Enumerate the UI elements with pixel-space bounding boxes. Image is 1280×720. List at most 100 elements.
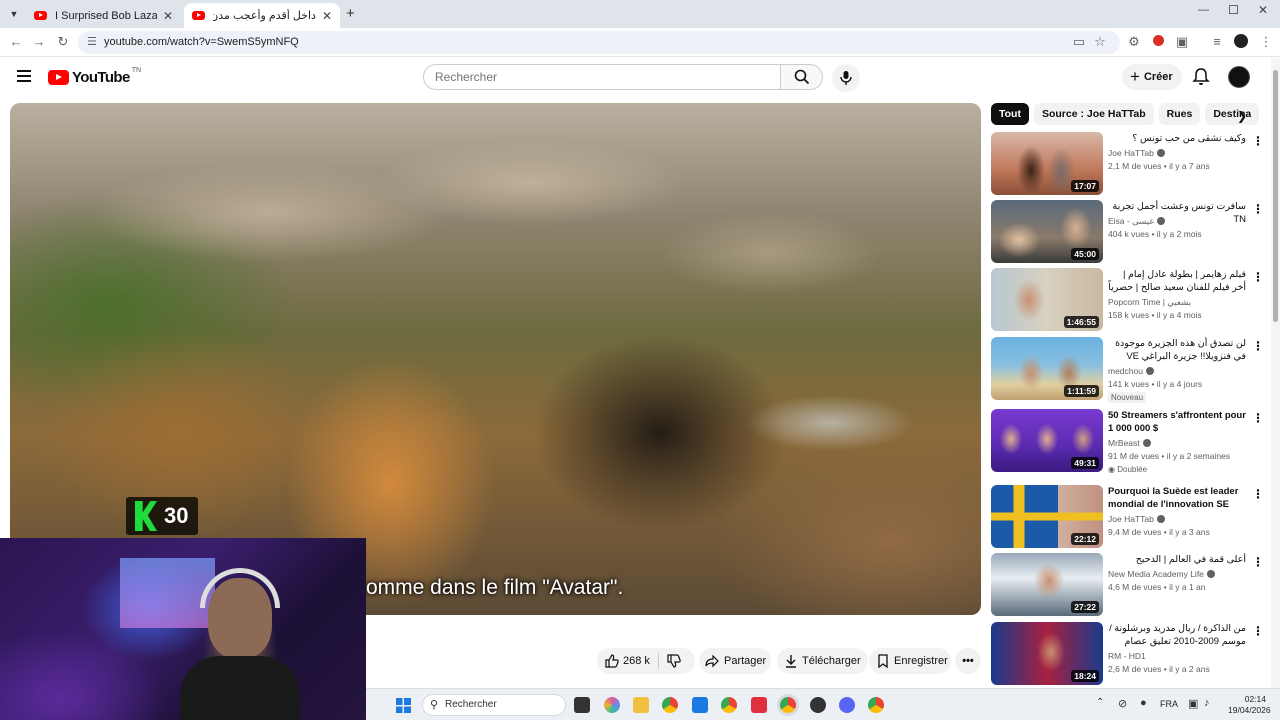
notifications-bell-icon[interactable] [1191,67,1211,87]
forward-icon[interactable]: → [31,34,47,50]
close-tab-icon[interactable]: ✕ [163,9,173,23]
more-options-icon[interactable]: ⋮ [1252,487,1264,501]
like-button[interactable]: 268 k [597,648,695,674]
video-title[interactable]: وكيف نشقى من حب تونس ؟ [1108,132,1246,145]
video-title[interactable]: لن تصدق أن هذه الجزيرة موجودة في فنزويلا… [1108,337,1246,363]
channel-name[interactable]: Eisa - عيسى [1108,216,1166,227]
discord-icon[interactable] [839,697,855,713]
task-view-icon[interactable] [574,697,590,713]
recommendation-item[interactable]: 22:12 Pourquoi la Suède est leader mondi… [991,485,1264,549]
browser-tab-2[interactable]: داخل أقدم وأعجب مدن العالم - قس ✕ [184,3,340,28]
search-input[interactable]: Rechercher [423,64,781,90]
close-tab-icon[interactable]: ✕ [322,9,332,23]
more-options-icon[interactable]: ⋮ [1252,202,1264,216]
video-title[interactable]: أعلى قمة في العالم | الدحيح [1108,553,1246,566]
video-thumbnail[interactable]: 18:24 [991,622,1103,685]
address-bar[interactable]: ☰ youtube.com/watch?v=SwemS5ymNFQ [78,31,1120,54]
tray-wifi-icon[interactable]: ▣ [1188,697,1198,710]
profile-avatar-icon[interactable] [1233,34,1249,50]
extension-icon-2[interactable] [1150,34,1166,50]
save-button[interactable]: Enregistrer [869,648,951,674]
browser-tab-1[interactable]: I Surprised Bob Lazar With NAS ✕ [26,3,181,28]
app-icon-store[interactable] [692,697,708,713]
chip-streets[interactable]: Rues [1158,103,1201,125]
chevron-right-icon[interactable]: ❯ [1237,109,1247,123]
channel-name[interactable]: Joe HaTTab [1108,148,1165,158]
chrome-icon-2[interactable] [721,697,737,713]
extension-icon-1[interactable]: ⚙ [1126,34,1142,50]
channel-name[interactable]: Joe HaTTab [1108,514,1165,524]
video-thumbnail[interactable]: 27:22 [991,553,1103,616]
channel-name[interactable]: New Media Academy Life [1108,569,1215,579]
maximize-window-icon[interactable] [1229,5,1238,14]
video-thumbnail[interactable]: 49:31 [991,409,1103,472]
more-options-icon[interactable]: ⋮ [1252,339,1264,353]
recommendation-item[interactable]: 45:00 سافرت تونس وعشت أجمل تجربة TN Eisa… [991,200,1264,264]
chip-all[interactable]: Tout [991,103,1029,125]
video-title[interactable]: 50 Streamers s'affrontent pour 1 000 000… [1108,409,1246,435]
video-thumbnail[interactable]: 22:12 [991,485,1103,548]
chrome-icon-3[interactable] [868,697,884,713]
extensions-puzzle-icon[interactable]: ▣ [1174,34,1190,50]
bookmark-star-icon[interactable]: ☆ [1092,34,1108,50]
tray-volume-icon[interactable]: ♪ [1204,697,1210,709]
app-icon-dark[interactable] [810,697,826,713]
more-actions-button[interactable]: ••• [955,648,981,674]
chrome-icon[interactable] [662,697,678,713]
recommendation-item[interactable]: 49:31 50 Streamers s'affrontent pour 1 0… [991,409,1264,474]
create-button[interactable]: + Créer [1122,64,1182,90]
video-title[interactable]: من الذاكرة / ريال مدريد وبرشلونة / موسم … [1108,622,1246,648]
search-button[interactable] [781,64,823,90]
install-app-icon[interactable]: ▭ [1071,34,1087,50]
new-tab-icon[interactable]: + [346,5,355,22]
tab-list-dropdown-icon[interactable]: ▼ [6,6,22,22]
tray-network-icon[interactable]: ⊘ [1118,697,1127,710]
close-window-icon[interactable]: ✕ [1258,3,1268,17]
thumbs-down-icon[interactable] [666,653,682,669]
account-avatar[interactable] [1228,66,1250,88]
channel-name[interactable]: Popcorn Time | بشعبي [1108,297,1191,308]
chip-destinations[interactable]: Destina [1205,103,1260,125]
chip-source[interactable]: Source : Joe HaTTab [1033,103,1154,125]
back-icon[interactable]: ← [8,34,24,50]
site-info-icon[interactable]: ☰ [87,31,97,54]
windows-start-icon[interactable] [396,698,411,713]
minimize-window-icon[interactable]: — [1198,4,1209,16]
download-button[interactable]: Télécharger [777,648,868,674]
more-options-icon[interactable]: ⋮ [1252,624,1264,638]
youtube-logo[interactable]: YouTube TN [48,67,141,86]
more-options-icon[interactable]: ⋮ [1252,270,1264,284]
recommendation-item[interactable]: 17:07 وكيف نشقى من حب تونس ؟ Joe HaTTab … [991,132,1264,196]
channel-name[interactable]: MrBeast [1108,438,1151,448]
browser-menu-icon[interactable]: ⋮ [1258,34,1274,50]
share-button[interactable]: Partager [699,648,771,674]
video-thumbnail[interactable]: 1:11:59 [991,337,1103,400]
voice-search-button[interactable] [832,64,860,92]
chrome-active-icon[interactable] [780,697,796,713]
reload-icon[interactable]: ↻ [55,34,71,50]
more-options-icon[interactable]: ⋮ [1252,134,1264,148]
app-icon-w[interactable] [751,697,767,713]
more-options-icon[interactable]: ⋮ [1252,555,1264,569]
hamburger-menu-icon[interactable] [17,70,31,82]
taskbar-search-box[interactable]: ⚲ Rechercher [422,694,566,716]
recommendation-item[interactable]: 1:11:59 لن تصدق أن هذه الجزيرة موجودة في… [991,337,1264,403]
media-controls-icon[interactable]: ≡ [1209,34,1225,50]
video-thumbnail[interactable]: 45:00 [991,200,1103,263]
channel-name[interactable]: RM - HD1 [1108,651,1146,661]
more-options-icon[interactable]: ⋮ [1252,411,1264,425]
taskbar-clock[interactable]: 02:14 19/04/2026 [1228,694,1271,716]
copilot-icon[interactable] [604,697,620,713]
recommendation-item[interactable]: 1:46:55 فيلم زهايمر | بطولة عادل إمام | … [991,268,1264,332]
recommendation-item[interactable]: 18:24 من الذاكرة / ريال مدريد وبرشلونة /… [991,622,1264,686]
video-title[interactable]: فيلم زهايمر | بطولة عادل إمام | أخر فيلم… [1108,268,1246,294]
recommendation-item[interactable]: 27:22 أعلى قمة في العالم | الدحيح New Me… [991,553,1264,617]
tray-mic-icon[interactable]: ● [1140,697,1147,709]
channel-name[interactable]: medchou [1108,366,1154,376]
tray-chevron-icon[interactable]: ⌃ [1096,697,1104,708]
video-thumbnail[interactable]: 17:07 [991,132,1103,195]
scrollbar-thumb[interactable] [1273,70,1278,322]
video-title[interactable]: Pourquoi la Suède est leader mondial de … [1108,485,1246,511]
video-thumbnail[interactable]: 1:46:55 [991,268,1103,331]
keyboard-language[interactable]: FRA [1160,699,1178,709]
